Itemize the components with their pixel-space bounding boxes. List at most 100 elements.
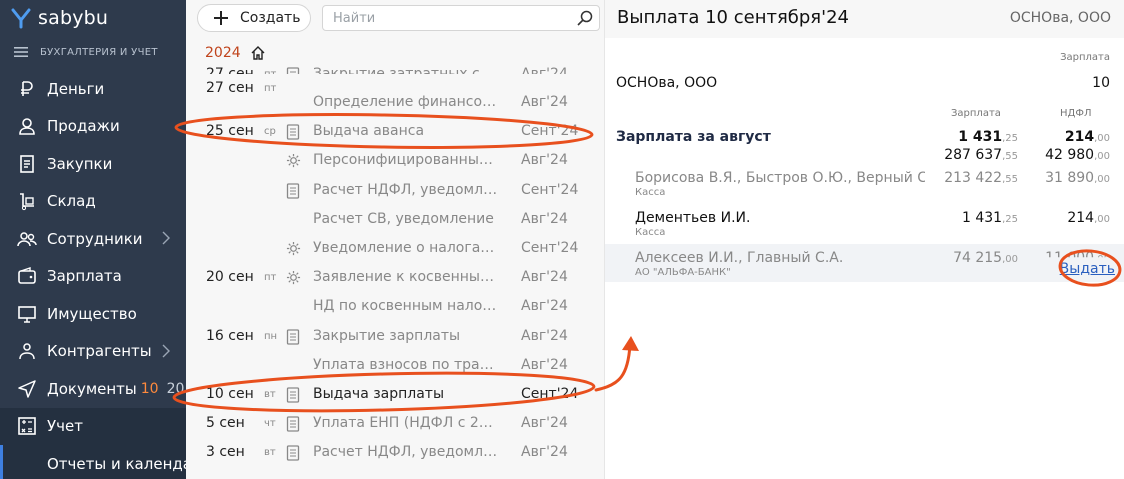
- entry-source: Касса: [635, 187, 666, 198]
- document-icon: [286, 124, 300, 140]
- task-title: Заявление к косвенным на...: [313, 269, 501, 286]
- org-value: 10: [1092, 75, 1110, 91]
- task-row[interactable]: Расчет НДФЛ, уведомлени... Сент'24: [186, 176, 604, 205]
- task-row[interactable]: Уведомление о налогах дл... Сент'24: [186, 234, 604, 263]
- group-ndfl-1: 214,00: [1065, 129, 1110, 145]
- task-row[interactable]: Персонифицированные св... Авг'24: [186, 146, 604, 175]
- detail-org[interactable]: ОСНОва, ООО: [1010, 10, 1111, 26]
- sidebar-item-money[interactable]: Деньги: [0, 70, 186, 108]
- section-header[interactable]: БУХГАЛТЕРИЯ И УЧЕТ: [14, 44, 158, 60]
- sidebar-item-label: Учет: [47, 417, 83, 436]
- task-weekday: ср: [264, 126, 276, 138]
- task-title: Уплата взносов по травма...: [313, 356, 501, 373]
- task-row[interactable]: Расчет СВ, уведомление Авг'24: [186, 205, 604, 234]
- task-title: Выдача аванса: [313, 123, 425, 140]
- gear-icon: [286, 270, 301, 286]
- sidebar-item-accounting[interactable]: Учет: [0, 407, 186, 445]
- create-button-label: Создать: [240, 10, 301, 26]
- group-title[interactable]: Зарплата за август: [616, 129, 771, 145]
- detail-panel: Выплата 10 сентября'24 ОСНОва, ООО Зарпл…: [604, 0, 1124, 479]
- entry-employees: Дементьев И.И.: [635, 210, 751, 226]
- year-label[interactable]: 2024: [205, 45, 241, 61]
- task-title: Уплата ЕНП (НДФЛ с 23 чи...: [313, 415, 501, 432]
- col-salary-top: Зарплата: [1060, 52, 1110, 63]
- task-date: 27 сен: [206, 66, 254, 74]
- task-row[interactable]: 3 сен вт Расчет НДФЛ, уведомлени... Авг'24: [186, 438, 604, 467]
- task-title: Закрытие зарплаты: [313, 327, 461, 344]
- sidebar-item-warehouse[interactable]: Склад: [0, 183, 186, 221]
- task-date: 10 сен: [206, 386, 254, 402]
- task-period: Авг'24: [521, 210, 568, 227]
- create-button[interactable]: Создать: [197, 4, 311, 32]
- amount-int: 214: [1067, 210, 1095, 226]
- task-period: Авг'24: [521, 444, 568, 461]
- active-indicator: [0, 445, 3, 479]
- sidebar-subitem-reports-calendar[interactable]: Отчеты и календарь: [0, 445, 186, 479]
- gear-icon: [286, 153, 301, 169]
- chevron-right-icon[interactable]: [162, 344, 170, 358]
- task-period: Сент'24: [521, 123, 579, 140]
- task-row[interactable]: 27 сенптЗакрытие затратных счетовАвг'24: [186, 66, 604, 74]
- sidebar-item-label: Сотрудники: [47, 229, 143, 248]
- group-salary-2: 287 637,55: [944, 147, 1018, 163]
- task-weekday: вт: [264, 447, 276, 459]
- logo[interactable]: sabybu: [10, 6, 108, 30]
- amount-int: 213 422: [944, 170, 1003, 186]
- task-row[interactable]: Определение финансового... Авг'24: [186, 88, 604, 117]
- task-title: Персонифицированные св...: [313, 152, 501, 169]
- task-row[interactable]: 16 сен пн Закрытие зарплаты Авг'24: [186, 322, 604, 351]
- org-name: ОСНОва, ООО: [616, 75, 718, 91]
- task-date: 25 сен: [206, 123, 254, 140]
- sidebar-item-purchases[interactable]: Закупки: [0, 145, 186, 183]
- task-date: 20 сен: [206, 269, 254, 286]
- search-input[interactable]: [323, 6, 563, 30]
- entry-ndfl: 214,00: [1067, 210, 1110, 226]
- document-icon: [286, 387, 300, 403]
- task-row[interactable]: 5 сен чт Уплата ЕНП (НДФЛ с 23 чи... Авг'24: [186, 409, 604, 438]
- total-badge: 20: [166, 380, 185, 397]
- sidebar-item-sales[interactable]: Продажи: [0, 108, 186, 146]
- amount-int: 214: [1064, 129, 1095, 145]
- home-icon[interactable]: [251, 46, 265, 60]
- sidebar-item-salary[interactable]: Зарплата: [0, 258, 186, 296]
- sidebar-item-employees[interactable]: Сотрудники: [0, 220, 186, 258]
- sidebar-item-label: Документы: [47, 379, 137, 398]
- document-icon: [286, 182, 300, 199]
- task-period: Сент'24: [521, 240, 579, 256]
- entry-salary: 74 215,00: [953, 250, 1018, 266]
- amount-int: 287 637: [944, 147, 1003, 163]
- task-title: Закрытие затратных счетов: [313, 66, 501, 74]
- task-list-panel: Создать 2024 27 сен пт Закрытие затратных …: [186, 0, 604, 479]
- dolly-icon: [16, 190, 38, 212]
- ruble-icon: [16, 78, 38, 100]
- toolbar: Создать: [186, 0, 604, 38]
- partners-icon: [16, 340, 38, 362]
- sidebar-item-label: Закупки: [47, 154, 113, 173]
- wallet-icon: [16, 265, 38, 287]
- amount-dec: ,00: [1094, 214, 1110, 225]
- issue-button[interactable]: Выдать: [1060, 261, 1115, 277]
- amount-int: 31 890: [1045, 170, 1095, 186]
- monitor-icon: [16, 303, 38, 325]
- task-row[interactable]: НД по косвенным налогам Авг'24: [186, 292, 604, 321]
- chevron-right-icon[interactable]: [162, 231, 170, 245]
- receipt-icon: [16, 153, 38, 175]
- task-period: Авг'24: [521, 356, 568, 373]
- task-row[interactable]: 25 сен ср Выдача аванса Сент'24: [186, 117, 604, 146]
- sidebar-item-property[interactable]: Имущество: [0, 295, 186, 333]
- search-icon[interactable]: [577, 10, 593, 26]
- entry-employees: Борисова В.Я., Быстров О.Ю., Верный С.В.…: [635, 170, 925, 186]
- task-weekday: пн: [264, 330, 278, 342]
- sidebar-item-counterparties[interactable]: Контрагенты: [0, 333, 186, 371]
- col-salary: Зарплата: [951, 108, 1001, 119]
- year-filter[interactable]: 2024: [186, 40, 604, 66]
- sidebar-item-documents[interactable]: Документы 10 20: [0, 370, 186, 408]
- sidebar: sabybu БУХГАЛТЕРИЯ И УЧЕТ Деньги Продажи: [0, 0, 186, 479]
- task-row[interactable]: Уплата взносов по травма... Авг'24: [186, 351, 604, 380]
- task-row[interactable]: 20 сен пт Заявление к косвенным на... Авг'2…: [186, 263, 604, 292]
- task-row[interactable]: 10 сен вт Выдача зарплаты Сент'24: [186, 380, 604, 409]
- task-title: Расчет НДФЛ, уведомлени...: [313, 181, 501, 198]
- hamburger-icon[interactable]: [14, 47, 28, 57]
- entry-employees: Алексеев И.И., Главный С.А.: [635, 250, 844, 266]
- search-box[interactable]: [322, 5, 600, 31]
